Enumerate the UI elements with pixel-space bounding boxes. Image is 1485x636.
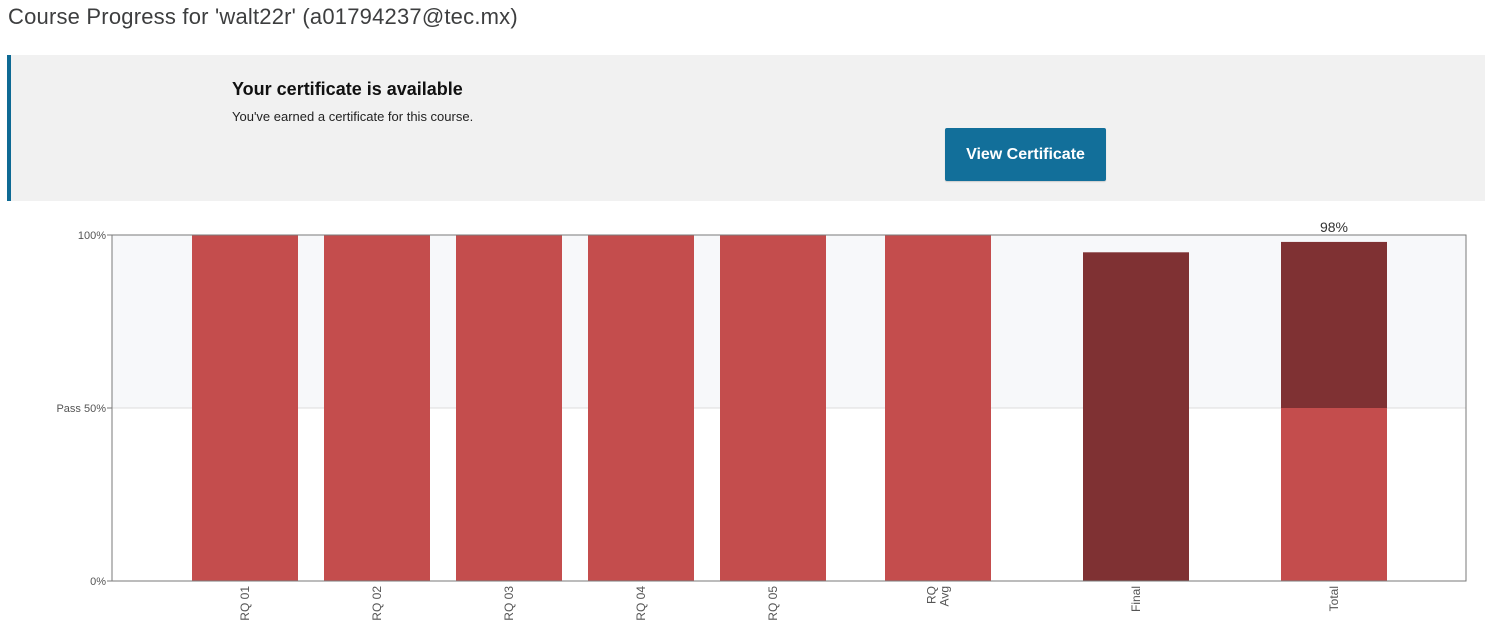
y-tick-label: Pass 50% [56, 403, 106, 415]
bar-rq-05 [720, 235, 826, 581]
bar-total-lower [1281, 408, 1387, 581]
x-tick-label: RQ [925, 586, 939, 604]
y-tick-label: 0% [90, 576, 106, 588]
certificate-banner: Your certificate is available You've ear… [7, 55, 1485, 201]
grade-chart: 98% 0% Pass 50% 100% RQ 01 RQ 02 RQ 03 RQ 04 RQ … [56, 219, 1467, 621]
certificate-message: You've earned a certificate for this cou… [232, 109, 474, 124]
bar-final [1083, 252, 1189, 582]
x-tick-label: Final [1129, 586, 1143, 612]
bar-rq-01 [192, 235, 298, 581]
x-tick-label: RQ 03 [502, 586, 516, 621]
bar-rq-02 [324, 235, 430, 581]
bar-rq-03 [456, 235, 562, 581]
bar-rq-04 [588, 235, 694, 581]
x-tick-label: Total [1327, 586, 1341, 611]
x-tick-label: Avg [938, 586, 952, 606]
x-tick-label: RQ 02 [370, 586, 384, 621]
total-value-label: 98% [1320, 219, 1348, 235]
certificate-heading: Your certificate is available [232, 79, 463, 99]
bar-rq-avg [885, 235, 991, 581]
x-tick-label: RQ 04 [634, 586, 648, 621]
bar-total-upper [1281, 241, 1387, 408]
y-tick-label: 100% [78, 230, 106, 242]
x-tick-label: RQ 05 [766, 586, 780, 621]
view-certificate-button[interactable]: View Certificate [945, 128, 1106, 181]
page-title: Course Progress for 'walt22r' (a01794237… [8, 4, 518, 29]
x-tick-label: RQ 01 [238, 586, 252, 621]
